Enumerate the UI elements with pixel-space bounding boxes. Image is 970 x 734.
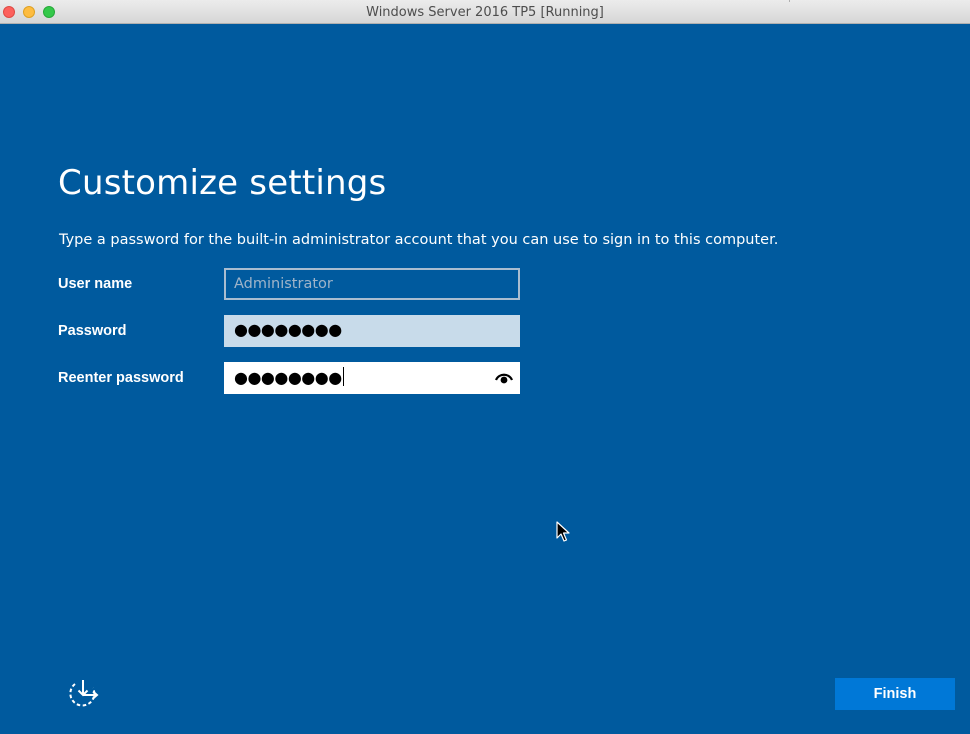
password-label: Password [58, 323, 127, 339]
reenter-password-value-wrap: ●●●●●●●● [234, 367, 344, 387]
eye-icon[interactable] [494, 368, 514, 388]
username-label: User name [58, 276, 133, 292]
ease-of-access-icon[interactable] [64, 677, 102, 713]
mouse-pointer-icon [556, 521, 570, 543]
username-input[interactable] [226, 270, 518, 298]
title-bar-divider [789, 0, 970, 2]
reenter-password-field[interactable]: ●●●●●●●● [224, 362, 520, 394]
reenter-password-value: ●●●●●●●● [234, 368, 342, 387]
password-field[interactable]: ●●●●●●●● [224, 315, 520, 347]
password-value: ●●●●●●●● [234, 320, 342, 339]
window-title: Windows Server 2016 TP5 [Running] [366, 5, 604, 20]
username-field[interactable] [224, 268, 520, 300]
page-description: Type a password for the built-in adminis… [59, 232, 779, 248]
page-title: Customize settings [58, 163, 387, 203]
reenter-password-label: Reenter password [58, 370, 184, 386]
vm-window: Windows Server 2016 TP5 [Running] Custom… [0, 0, 970, 734]
title-bar: Windows Server 2016 TP5 [Running] [0, 0, 970, 24]
text-caret [342, 367, 344, 386]
finish-button[interactable]: Finish [835, 678, 955, 710]
